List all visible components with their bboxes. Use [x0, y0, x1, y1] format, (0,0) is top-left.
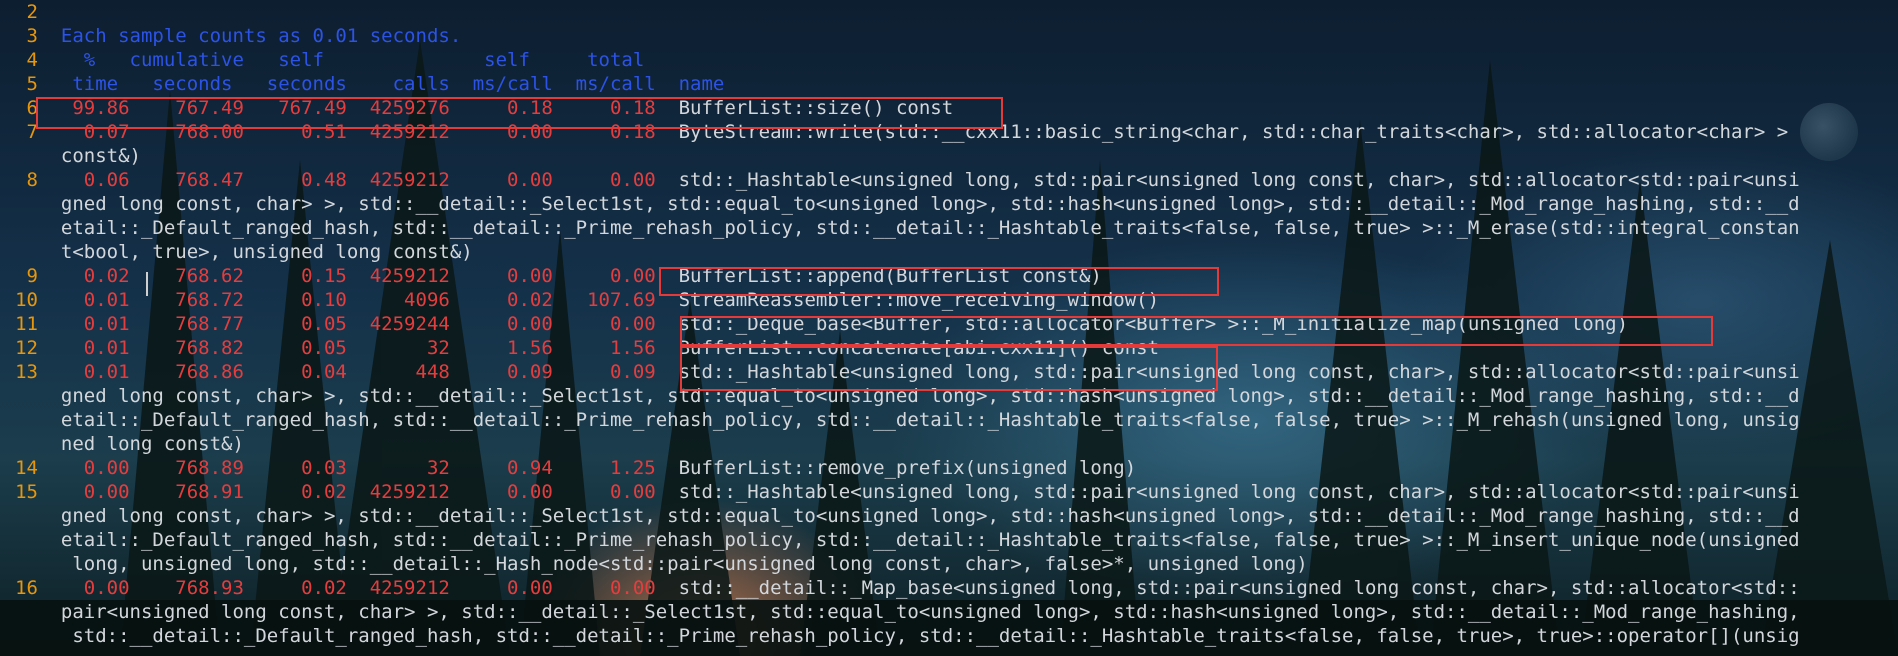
profile-header: time seconds seconds calls ms/call ms/ca…	[60, 73, 725, 95]
line-number: 16	[15, 577, 38, 599]
wrapped-text: gned long const, char> >, std::__detail:…	[60, 193, 1800, 215]
wrapped-text: etail::_Default_ranged_hash, std::__deta…	[60, 217, 1800, 239]
terminal-line: gned long const, char> >, std::__detail:…	[0, 504, 1800, 528]
terminal-line: t<bool, true>, unsigned long const&)	[0, 240, 473, 264]
terminal-line: pair<unsigned long const, char> >, std::…	[0, 600, 1800, 624]
line-number: 7	[26, 121, 38, 143]
line-number: 6	[26, 97, 38, 119]
profile-values: 0.01 768.72 0.10 4096 0.02 107.69	[60, 289, 679, 311]
line-number: 3	[26, 25, 38, 47]
wrapped-text: etail::_Default_ranged_hash, std::__deta…	[60, 409, 1800, 431]
terminal-line: etail::_Default_ranged_hash, std::__deta…	[0, 528, 1800, 552]
function-name: BufferList::remove_prefix(unsigned long)	[678, 457, 1137, 479]
terminal-line: etail::_Default_ranged_hash, std::__deta…	[0, 216, 1800, 240]
line-number: 4	[26, 49, 38, 71]
terminal-line: 15 0.00 768.91 0.02 4259212 0.00 0.00 st…	[0, 480, 1800, 504]
line-number: 14	[15, 457, 38, 479]
profile-values: 0.00 768.89 0.03 32 0.94 1.25	[60, 457, 679, 479]
terminal-line: std::__detail::_Default_ranged_hash, std…	[0, 624, 1800, 648]
wrapped-text: pair<unsigned long const, char> >, std::…	[60, 601, 1800, 623]
terminal-line: 14 0.00 768.89 0.03 32 0.94 1.25 BufferL…	[0, 456, 1136, 480]
function-name: std::_Hashtable<unsigned long, std::pair…	[678, 481, 1800, 503]
terminal-line: ned long const&)	[0, 432, 244, 456]
line-number: 2	[26, 1, 38, 23]
highlight-box-append	[659, 267, 1219, 296]
profile-values: 0.06 768.47 0.48 4259212 0.00 0.00	[60, 169, 679, 191]
wrapped-text: gned long const, char> >, std::__detail:…	[60, 505, 1800, 527]
function-name: std::_Hashtable<unsigned long, std::pair…	[678, 169, 1800, 191]
line-number: 5	[26, 73, 38, 95]
line-number: 15	[15, 481, 38, 503]
profile-values: 0.01 768.77 0.05 4259244 0.00 0.00	[60, 313, 679, 335]
profile-values: 0.00 768.93 0.02 4259212 0.00 0.00	[60, 577, 679, 599]
wrapped-text: ned long const&)	[60, 433, 244, 455]
profile-values: 0.00 768.91 0.02 4259212 0.00 0.00	[60, 481, 679, 503]
line-number: 10	[15, 289, 38, 311]
terminal-line: const&)	[0, 144, 141, 168]
profile-values: 0.01 768.86 0.04 448 0.09 0.09	[60, 361, 679, 383]
terminal-line: 5 time seconds seconds calls ms/call ms/…	[0, 72, 725, 96]
terminal-line: 2	[0, 0, 61, 24]
terminal-line: 4 % cumulative self self total	[0, 48, 645, 72]
line-number: 11	[15, 313, 38, 335]
wrapped-text: etail::_Default_ranged_hash, std::__deta…	[60, 529, 1800, 551]
highlight-box-size	[36, 97, 1003, 129]
highlight-box-concatenate	[680, 346, 1218, 391]
profile-values: 0.01 768.82 0.05 32 1.56 1.56	[60, 337, 679, 359]
line-number: 13	[15, 361, 38, 383]
wrapped-text: long, unsigned long, std::__detail::_Has…	[60, 553, 1308, 575]
terminal-line: etail::_Default_ranged_hash, std::__deta…	[0, 408, 1800, 432]
highlight-box-initialize-map	[680, 316, 1713, 346]
profile-header: % cumulative self self total	[60, 49, 645, 71]
terminal-line: long, unsigned long, std::__detail::_Has…	[0, 552, 1308, 576]
line-number: 12	[15, 337, 38, 359]
terminal-line: 16 0.00 768.93 0.02 4259212 0.00 0.00 st…	[0, 576, 1800, 600]
line-number: 9	[26, 265, 38, 287]
wrapped-text: std::__detail::_Default_ranged_hash, std…	[60, 625, 1800, 647]
line-number: 8	[26, 169, 38, 191]
function-name: std::__detail::_Map_base<unsigned long, …	[678, 577, 1800, 599]
wrapped-text: t<bool, true>, unsigned long const&)	[60, 241, 473, 263]
terminal-line: 3 Each sample counts as 0.01 seconds.	[0, 24, 462, 48]
terminal-line: gned long const, char> >, std::__detail:…	[0, 192, 1800, 216]
profile-values: 0.02 768.62 0.15 4259212 0.00 0.00	[60, 265, 679, 287]
terminal-line: 8 0.06 768.47 0.48 4259212 0.00 0.00 std…	[0, 168, 1800, 192]
wrapped-text: const&)	[60, 145, 141, 167]
profile-header: Each sample counts as 0.01 seconds.	[60, 25, 462, 47]
text-cursor	[146, 272, 148, 296]
